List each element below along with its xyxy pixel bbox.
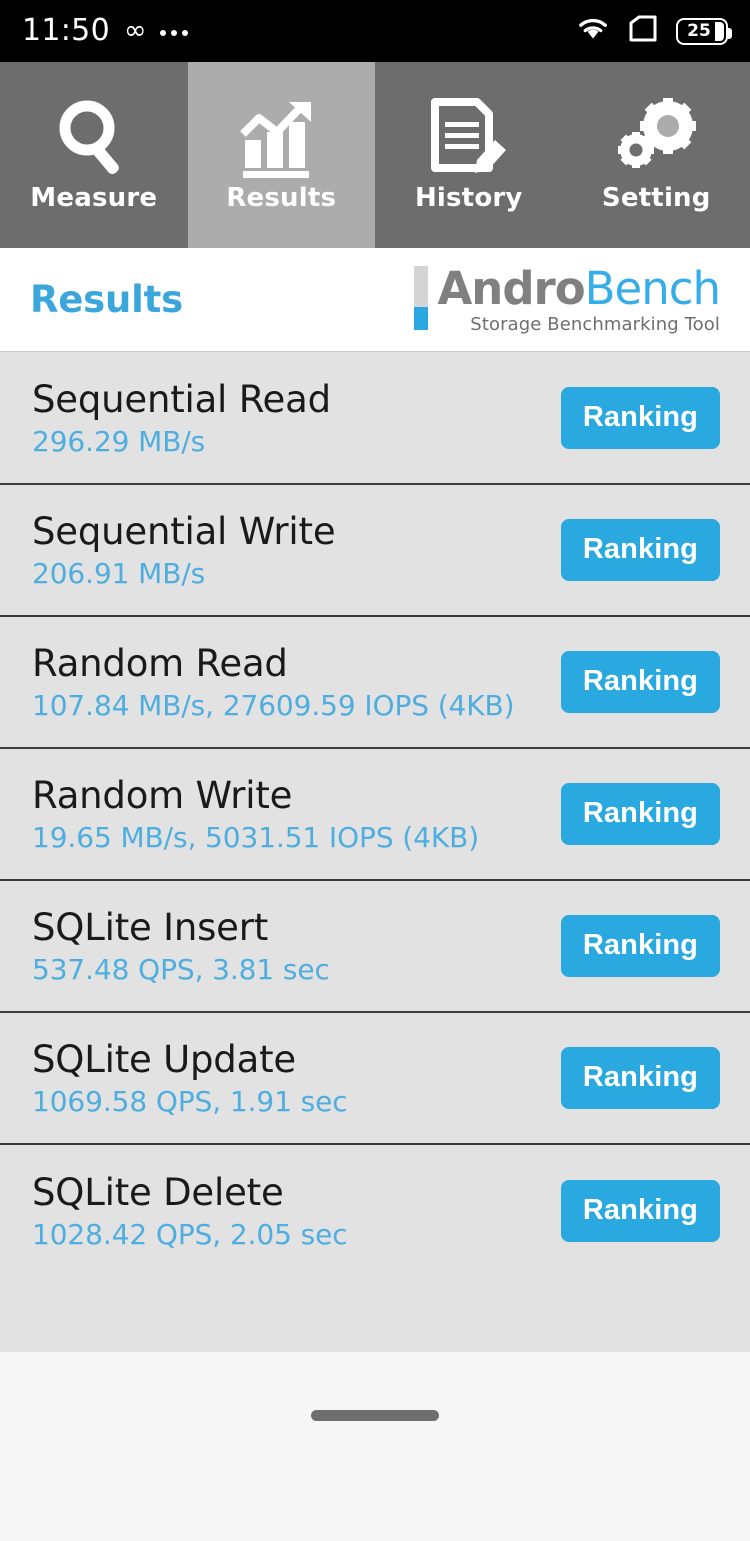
wifi-icon — [576, 16, 610, 46]
tab-setting-label: Setting — [601, 183, 711, 213]
androbench-logo: AndroBench Storage Benchmarking Tool — [414, 264, 721, 335]
status-bar: 11:50 ∞ 25 — [0, 0, 750, 62]
row-content: SQLite Insert 537.48 QPS, 3.81 sec — [32, 905, 330, 988]
tab-measure-label: Measure — [30, 183, 158, 213]
ranking-button[interactable]: Ranking — [560, 915, 720, 977]
row-title: Random Read — [32, 641, 288, 685]
row-content: Sequential Write 206.91 MB/s — [32, 509, 336, 592]
logo-bar-icon — [414, 266, 429, 330]
document-pencil-icon — [427, 97, 511, 179]
row-value: 1028.42 QPS, 2.05 sec — [32, 1217, 348, 1251]
more-dots-icon — [160, 30, 189, 36]
battery-fill — [715, 21, 724, 41]
tab-history-label: History — [414, 183, 523, 213]
ranking-button[interactable]: Ranking — [560, 783, 720, 845]
logo-tagline: Storage Benchmarking Tool — [470, 314, 720, 335]
row-title: Sequential Read — [32, 377, 331, 421]
row-title: Random Write — [32, 773, 293, 817]
row-title: Sequential Write — [32, 509, 336, 553]
table-row[interactable]: Sequential Write 206.91 MB/s Ranking — [0, 485, 750, 617]
row-content: Sequential Read 296.29 MB/s — [32, 377, 331, 460]
row-content: Random Write 19.65 MB/s, 5031.51 IOPS (4… — [32, 773, 479, 856]
bar-chart-trend-icon — [239, 97, 323, 179]
row-value: 19.65 MB/s, 5031.51 IOPS (4KB) — [32, 820, 480, 854]
row-title: SQLite Delete — [32, 1170, 284, 1214]
list-empty-space — [0, 1277, 750, 1352]
tab-results-label: Results — [226, 183, 337, 213]
magnifier-icon — [51, 97, 137, 179]
ranking-button[interactable]: Ranking — [560, 1180, 720, 1242]
page-title: Results — [30, 278, 183, 321]
table-row[interactable]: SQLite Insert 537.48 QPS, 3.81 sec Ranki… — [0, 881, 750, 1013]
ranking-button[interactable]: Ranking — [560, 1047, 720, 1109]
phone-screen: 11:50 ∞ 25 Measure Results History Setti… — [0, 0, 750, 1541]
row-value: 1069.58 QPS, 1.91 sec — [32, 1084, 348, 1118]
table-row[interactable]: SQLite Delete 1028.42 QPS, 2.05 sec Rank… — [0, 1145, 750, 1277]
infinity-icon: ∞ — [123, 14, 147, 46]
battery-percent: 25 — [687, 21, 711, 41]
row-content: Random Read 107.84 MB/s, 27609.59 IOPS (… — [32, 641, 515, 724]
row-value: 206.91 MB/s — [32, 556, 206, 590]
row-title: SQLite Update — [32, 1037, 296, 1081]
ranking-button[interactable]: Ranking — [560, 651, 720, 713]
logo-name-bench: Bench — [584, 262, 721, 315]
logo-name-andro: Andro — [437, 262, 585, 315]
logo-name: AndroBench — [437, 266, 721, 311]
results-list: Sequential Read 296.29 MB/s Ranking Sequ… — [0, 353, 750, 1352]
page-header: Results AndroBench Storage Benchmarking … — [0, 248, 750, 352]
row-value: 296.29 MB/s — [32, 424, 206, 458]
table-row[interactable]: Sequential Read 296.29 MB/s Ranking — [0, 353, 750, 485]
row-content: SQLite Delete 1028.42 QPS, 2.05 sec — [32, 1170, 348, 1253]
row-value: 107.84 MB/s, 27609.59 IOPS (4KB) — [32, 688, 515, 722]
ranking-button[interactable]: Ranking — [560, 519, 720, 581]
battery-icon: 25 — [676, 17, 732, 45]
tab-setting[interactable]: Setting — [562, 62, 750, 248]
status-bar-right: 25 — [576, 15, 732, 47]
sim-card-icon — [628, 15, 658, 47]
table-row[interactable]: Random Read 107.84 MB/s, 27609.59 IOPS (… — [0, 617, 750, 749]
tab-results[interactable]: Results — [187, 62, 375, 248]
logo-text: AndroBench Storage Benchmarking Tool — [437, 266, 721, 335]
main-tab-bar: Measure Results History Setting — [0, 62, 750, 248]
gears-icon — [612, 97, 700, 179]
table-row[interactable]: Random Write 19.65 MB/s, 5031.51 IOPS (4… — [0, 749, 750, 881]
row-content: SQLite Update 1069.58 QPS, 1.91 sec — [32, 1037, 348, 1120]
row-value: 537.48 QPS, 3.81 sec — [32, 952, 330, 986]
system-navigation-bar — [0, 1352, 750, 1541]
status-bar-left: 11:50 ∞ — [22, 13, 189, 48]
tab-measure[interactable]: Measure — [0, 62, 188, 248]
home-gesture-pill[interactable] — [311, 1410, 439, 1421]
tab-history[interactable]: History — [375, 62, 563, 248]
status-clock: 11:50 — [22, 13, 110, 48]
ranking-button[interactable]: Ranking — [560, 387, 720, 449]
row-title: SQLite Insert — [32, 905, 269, 949]
table-row[interactable]: SQLite Update 1069.58 QPS, 1.91 sec Rank… — [0, 1013, 750, 1145]
